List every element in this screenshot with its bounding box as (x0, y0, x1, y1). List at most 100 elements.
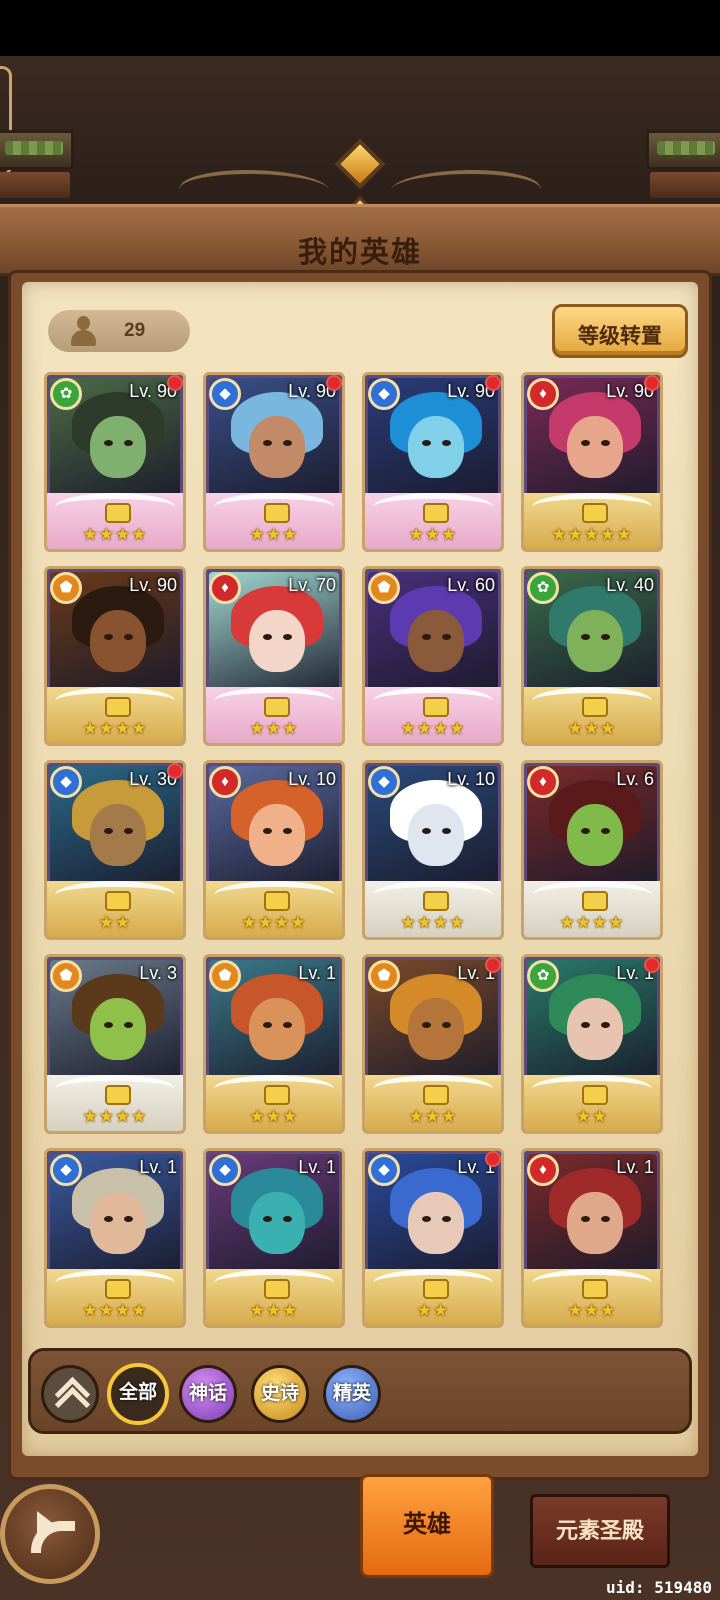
filter-mythic-button[interactable]: 神话 (179, 1365, 237, 1423)
element-earth-icon: ⬟ (209, 960, 241, 992)
rarity-emblem (264, 891, 290, 911)
element-fire-icon: ♦ (527, 378, 559, 410)
notification-dot (485, 375, 501, 391)
element-water-icon: ◆ (209, 1154, 241, 1186)
status-bar (0, 0, 720, 56)
hero-level: Lv. 70 (288, 575, 336, 595)
hero-card[interactable]: ★★★ Lv. 1 ⬟ (203, 954, 345, 1134)
hero-card[interactable]: ★★★★★ Lv. 90 ♦ (521, 372, 663, 552)
notification-dot (485, 957, 501, 973)
rarity-emblem (582, 1279, 608, 1299)
element-fire-icon: ♦ (209, 766, 241, 798)
rarity-emblem (105, 891, 131, 911)
hero-grid: ★★★★ Lv. 90 ✿ ★★★ Lv. 90 ◆ ★★★ Lv. 90 ◆ ★★★★★ Lv. … (44, 372, 680, 1336)
hero-card[interactable]: ★★ Lv. 30 ◆ (44, 760, 186, 940)
hero-card[interactable]: ★★★★ Lv. 10 ◆ (362, 760, 504, 940)
element-water-icon: ◆ (368, 378, 400, 410)
hero-stars: ★★★★ (82, 525, 148, 544)
hero-stars: ★★★★ (559, 913, 625, 932)
hero-count: 29 (124, 320, 146, 341)
hero-stars: ★★★★ (82, 1107, 148, 1126)
rarity-emblem (423, 503, 449, 523)
hero-count-badge: 29 (48, 310, 190, 352)
element-earth-icon: ⬟ (368, 572, 400, 604)
hero-card[interactable]: ★★ Lv. 1 ✿ (521, 954, 663, 1134)
rarity-emblem (105, 503, 131, 523)
hero-level: Lv. 1 (139, 1157, 177, 1177)
hero-card[interactable]: ★★★ Lv. 1 ⬟ (362, 954, 504, 1134)
hero-card[interactable]: ★★★★ Lv. 6 ♦ (521, 760, 663, 940)
element-fire-icon: ♦ (527, 1154, 559, 1186)
rarity-emblem (582, 891, 608, 911)
element-fire-icon: ♦ (209, 572, 241, 604)
filter-elite-button[interactable]: 精英 (323, 1365, 381, 1423)
notification-dot (167, 375, 183, 391)
tab-heroes[interactable]: 英雄 (360, 1474, 494, 1578)
hero-stars: ★★ (575, 1107, 609, 1126)
filter-epic-button[interactable]: 史诗 (251, 1365, 309, 1423)
rarity-emblem (423, 697, 449, 717)
hero-stars: ★★★ (567, 1301, 617, 1320)
element-water-icon: ◆ (50, 1154, 82, 1186)
hero-level: Lv. 6 (616, 769, 654, 789)
hero-stars: ★★★★ (400, 719, 466, 738)
element-nature-icon: ✿ (527, 572, 559, 604)
back-button[interactable] (0, 1484, 100, 1584)
hero-card[interactable]: ★★★ Lv. 1 ◆ (203, 1148, 345, 1328)
level-transfer-label: 等级转置 (578, 325, 662, 348)
hero-stars: ★★★ (567, 719, 617, 738)
hero-stars: ★★★★ (82, 719, 148, 738)
hero-level: Lv. 1 (298, 963, 336, 983)
filter-bar: 全部 神话 史诗 精英 (28, 1348, 692, 1434)
element-water-icon: ◆ (50, 766, 82, 798)
notification-dot (326, 375, 342, 391)
hero-card[interactable]: ★★★★ Lv. 90 ✿ (44, 372, 186, 552)
hero-level: Lv. 90 (129, 575, 177, 595)
rarity-emblem (423, 1085, 449, 1105)
hero-level: Lv. 3 (139, 963, 177, 983)
element-earth-icon: ⬟ (50, 572, 82, 604)
hero-card[interactable]: ★★★ Lv. 70 ♦ (203, 566, 345, 746)
decorative-pillar-right (646, 76, 720, 198)
rarity-emblem (105, 1279, 131, 1299)
hero-card[interactable]: ★★★★ Lv. 10 ♦ (203, 760, 345, 940)
rarity-emblem (264, 503, 290, 523)
panel-header: 我的英雄 (0, 204, 720, 276)
level-transfer-button[interactable]: 等级转置 (552, 304, 688, 358)
rarity-emblem (264, 1085, 290, 1105)
filter-all-button[interactable]: 全部 (107, 1363, 169, 1425)
person-icon (70, 316, 96, 346)
element-nature-icon: ✿ (50, 378, 82, 410)
hero-stars: ★★★★★ (551, 525, 633, 544)
hero-level: Lv. 10 (447, 769, 495, 789)
rarity-emblem (264, 697, 290, 717)
decorative-pillar-left (0, 76, 74, 198)
hero-card[interactable]: ★★★ Lv. 1 ♦ (521, 1148, 663, 1328)
hero-card[interactable]: ★★★★ Lv. 90 ⬟ (44, 566, 186, 746)
hero-stars: ★★★★ (400, 913, 466, 932)
hero-card[interactable]: ★★★★ Lv. 60 ⬟ (362, 566, 504, 746)
hero-card[interactable]: ★★★★ Lv. 1 ◆ (44, 1148, 186, 1328)
tab-element-temple[interactable]: 元素圣殿 (530, 1494, 670, 1568)
element-water-icon: ◆ (368, 766, 400, 798)
rarity-emblem (264, 1279, 290, 1299)
hero-stars: ★★ (98, 913, 132, 932)
hero-card[interactable]: ★★★ Lv. 90 ◆ (362, 372, 504, 552)
hero-level: Lv. 40 (606, 575, 654, 595)
rarity-emblem (423, 1279, 449, 1299)
rarity-emblem (582, 697, 608, 717)
hero-card[interactable]: ★★ Lv. 1 ◆ (362, 1148, 504, 1328)
collapse-chevron-icon[interactable] (41, 1365, 99, 1423)
element-earth-icon: ⬟ (368, 960, 400, 992)
rarity-emblem (423, 891, 449, 911)
hero-card[interactable]: ★★★ Lv. 40 ✿ (521, 566, 663, 746)
hero-stars: ★★★ (249, 1301, 299, 1320)
hero-card[interactable]: ★★★★ Lv. 3 ⬟ (44, 954, 186, 1134)
element-water-icon: ◆ (368, 1154, 400, 1186)
hero-stars: ★★★ (249, 525, 299, 544)
hero-card[interactable]: ★★★ Lv. 90 ◆ (203, 372, 345, 552)
notification-dot (167, 763, 183, 779)
user-id: uid: 519480 (606, 1578, 712, 1597)
hero-stars: ★★★ (408, 525, 458, 544)
hero-level: Lv. 1 (616, 1157, 654, 1177)
